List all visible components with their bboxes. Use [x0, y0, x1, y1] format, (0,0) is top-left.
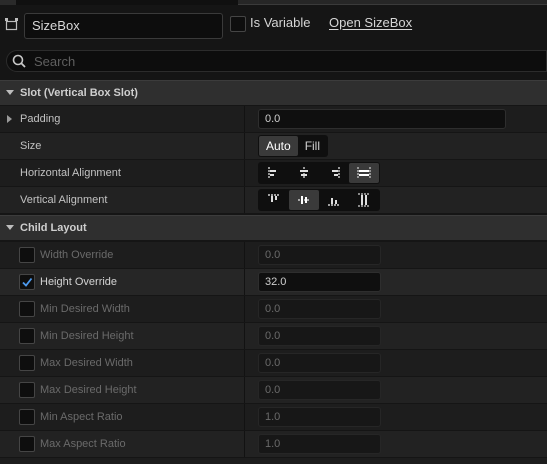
size-toggle: Auto Fill — [258, 135, 329, 157]
min-desired-width-input[interactable]: 0.0 — [258, 299, 381, 319]
property-row-max-desired-height: Max Desired Height 0.0 — [0, 377, 547, 404]
property-row-min-desired-width: Min Desired Width 0.0 — [0, 296, 547, 323]
widget-name-input[interactable]: SizeBox — [24, 13, 223, 39]
property-row-min-desired-height: Min Desired Height 0.0 — [0, 323, 547, 350]
fill-vertical-icon — [358, 193, 370, 207]
property-row-height-override: Height Override 32.0 — [0, 269, 547, 296]
column-divider[interactable] — [244, 269, 245, 295]
property-row-horizontal-alignment: Horizontal Alignment — [0, 160, 547, 187]
size-fill-button[interactable]: Fill — [298, 136, 327, 156]
height-override-input[interactable]: 32.0 — [258, 272, 381, 292]
property-label: Height Override — [40, 276, 118, 288]
property-row-padding: Padding 0.0 — [0, 106, 547, 133]
min-desired-height-input[interactable]: 0.0 — [258, 326, 381, 346]
search-input[interactable]: Search — [6, 50, 547, 72]
property-row-vertical-alignment: Vertical Alignment — [0, 187, 547, 214]
min-desired-width-checkbox[interactable] — [19, 301, 35, 317]
align-center-horizontal-button[interactable] — [289, 163, 319, 183]
property-label: Min Desired Height — [40, 330, 134, 342]
details-header: SizeBox Is Variable Open SizeBox — [0, 5, 547, 43]
column-divider[interactable] — [244, 377, 245, 403]
padding-input[interactable]: 0.0 — [258, 109, 506, 129]
column-divider[interactable] — [244, 133, 245, 159]
property-label: Padding — [20, 113, 61, 125]
category-label: Child Layout — [20, 222, 87, 234]
column-divider[interactable] — [244, 323, 245, 349]
checkmark-icon — [22, 277, 33, 287]
horizontal-alignment-group — [258, 162, 380, 184]
max-desired-width-input[interactable]: 0.0 — [258, 353, 381, 373]
is-variable-checkbox[interactable] — [230, 16, 246, 32]
size-auto-button[interactable]: Auto — [259, 136, 298, 156]
max-desired-height-input[interactable]: 0.0 — [258, 380, 381, 400]
max-aspect-ratio-checkbox[interactable] — [19, 436, 35, 452]
collapse-arrow-icon — [6, 225, 14, 230]
property-label: Max Desired Width — [40, 357, 133, 369]
property-label: Width Override — [40, 249, 114, 261]
align-center-vertical-icon — [298, 196, 310, 204]
property-label: Size — [20, 140, 42, 152]
property-label: Max Aspect Ratio — [40, 438, 126, 450]
fill-horizontal-button[interactable] — [349, 163, 379, 183]
category-label: Slot (Vertical Box Slot) — [20, 87, 138, 99]
align-top-button[interactable] — [259, 190, 289, 210]
collapse-arrow-icon — [6, 90, 14, 95]
align-left-icon — [268, 167, 276, 179]
min-aspect-ratio-input[interactable]: 1.0 — [258, 407, 381, 427]
column-divider[interactable] — [244, 350, 245, 376]
column-divider[interactable] — [244, 431, 245, 457]
property-label: Min Aspect Ratio — [40, 411, 123, 423]
align-right-button[interactable] — [319, 163, 349, 183]
min-aspect-ratio-checkbox[interactable] — [19, 409, 35, 425]
property-row-size: Size Auto Fill — [0, 133, 547, 160]
width-override-checkbox[interactable] — [19, 247, 35, 263]
max-desired-width-checkbox[interactable] — [19, 355, 35, 371]
property-label: Horizontal Alignment — [20, 167, 121, 179]
property-label: Max Desired Height — [40, 384, 137, 396]
align-left-button[interactable] — [259, 163, 289, 183]
column-divider[interactable] — [244, 242, 245, 268]
open-sizebox-link[interactable]: Open SizeBox — [329, 15, 412, 30]
search-placeholder: Search — [34, 54, 76, 69]
column-divider[interactable] — [244, 404, 245, 430]
category-slot[interactable]: Slot (Vertical Box Slot) — [0, 80, 547, 105]
height-override-checkbox[interactable] — [19, 274, 35, 290]
widget-icon — [5, 18, 18, 31]
property-row-max-aspect-ratio: Max Aspect Ratio 1.0 — [0, 431, 547, 458]
column-divider[interactable] — [244, 160, 245, 186]
width-override-input[interactable]: 0.0 — [258, 245, 381, 265]
align-center-horizontal-icon — [300, 167, 308, 179]
vertical-alignment-group — [258, 189, 380, 211]
category-child-layout[interactable]: Child Layout — [0, 215, 547, 240]
fill-vertical-button[interactable] — [349, 190, 379, 210]
panel-bottom-edge — [0, 458, 547, 464]
min-desired-height-checkbox[interactable] — [19, 328, 35, 344]
property-row-width-override: Width Override 0.0 — [0, 242, 547, 269]
align-center-vertical-button[interactable] — [289, 190, 319, 210]
align-top-icon — [268, 194, 280, 202]
is-variable-label: Is Variable — [250, 15, 311, 30]
align-bottom-icon — [328, 198, 340, 206]
expand-arrow-icon[interactable] — [7, 115, 12, 123]
max-desired-height-checkbox[interactable] — [19, 382, 35, 398]
align-bottom-button[interactable] — [319, 190, 349, 210]
property-label: Min Desired Width — [40, 303, 130, 315]
column-divider[interactable] — [244, 106, 245, 132]
search-icon — [12, 54, 26, 68]
max-aspect-ratio-input[interactable]: 1.0 — [258, 434, 381, 454]
column-divider[interactable] — [244, 296, 245, 322]
property-row-min-aspect-ratio: Min Aspect Ratio 1.0 — [0, 404, 547, 431]
property-label: Vertical Alignment — [20, 194, 108, 206]
fill-horizontal-icon — [357, 167, 371, 179]
property-row-max-desired-width: Max Desired Width 0.0 — [0, 350, 547, 377]
align-right-icon — [332, 167, 340, 179]
column-divider[interactable] — [244, 187, 245, 213]
